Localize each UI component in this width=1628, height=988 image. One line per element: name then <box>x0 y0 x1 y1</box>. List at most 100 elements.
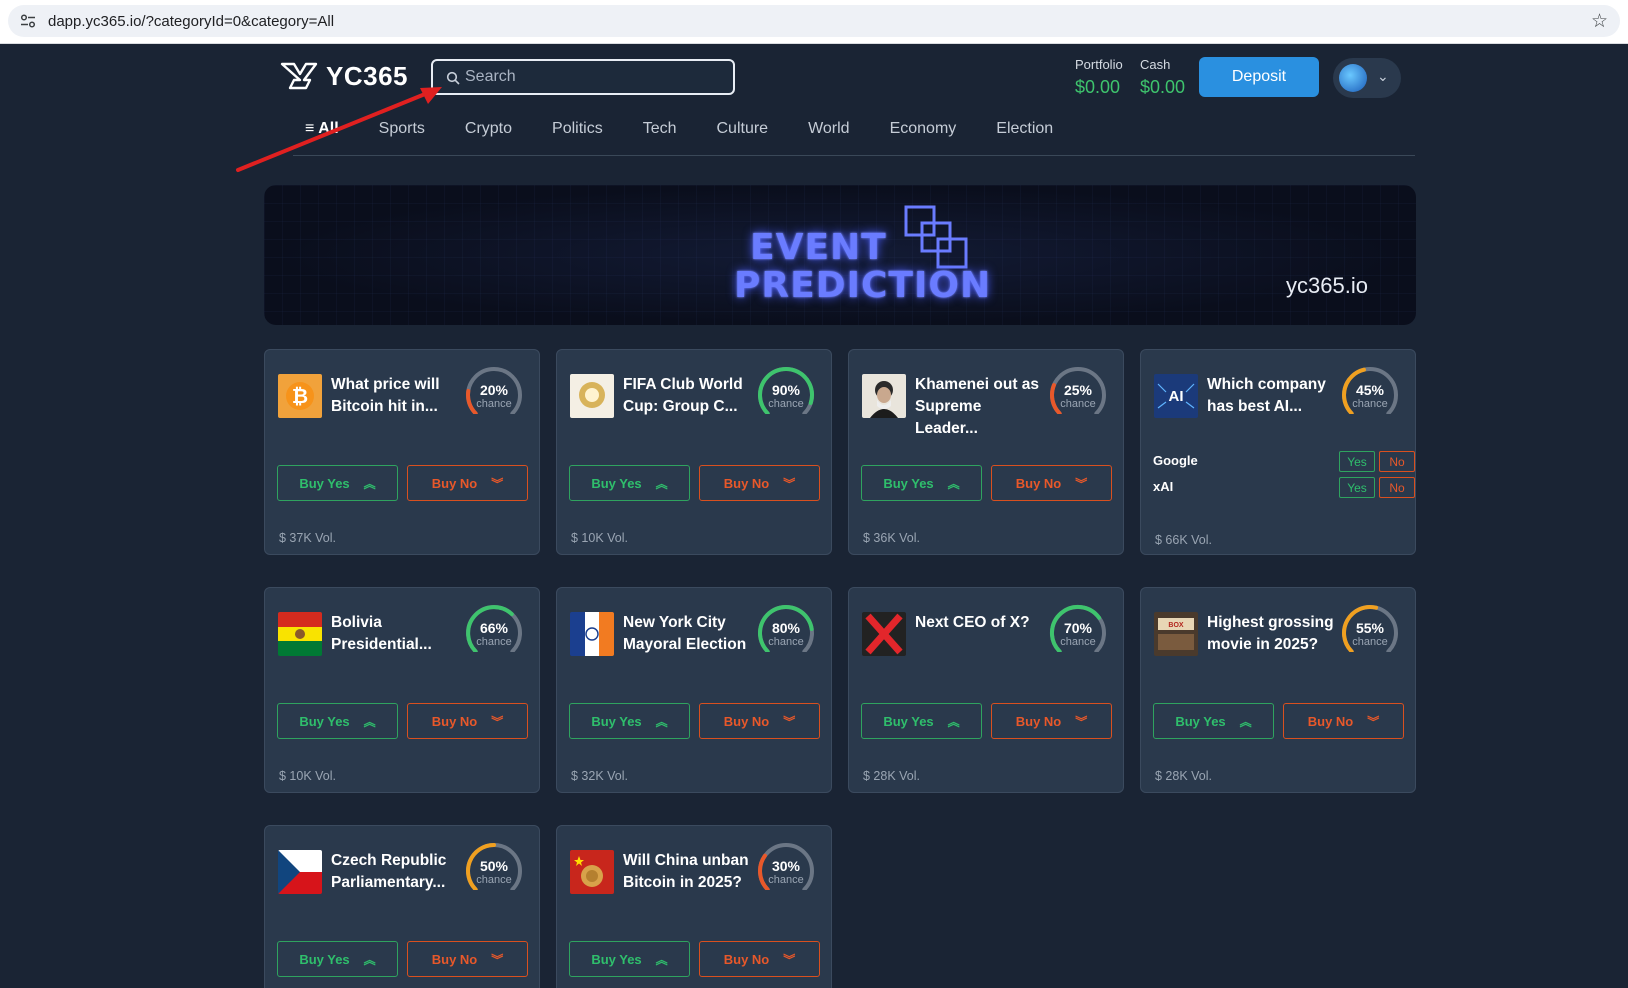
market-thumbnail[interactable] <box>278 612 322 656</box>
outcome-row: Google Yes No <box>1153 451 1415 472</box>
buy-yes-button[interactable]: Buy Yes ︽ <box>277 703 398 739</box>
double-chevron-down-icon: ︾ <box>1075 476 1088 491</box>
buy-no-label: Buy No <box>431 713 478 729</box>
buy-yes-button[interactable]: Buy Yes ︽ <box>861 465 982 501</box>
outcome-name: Google <box>1153 453 1198 468</box>
market-card[interactable]: BOX Highest grossing movie in 2025? 55% … <box>1140 587 1416 793</box>
market-title[interactable]: New York City Mayoral Election <box>623 612 753 656</box>
chevron-down-icon: ⌄ <box>1377 68 1389 84</box>
browser-toolbar: dapp.yc365.io/?categoryId=0&category=All… <box>0 0 1628 44</box>
buy-yes-button[interactable]: Buy Yes ︽ <box>277 941 398 977</box>
tab-politics[interactable]: Politics <box>552 120 603 138</box>
site-settings-icon[interactable] <box>20 14 36 28</box>
market-thumbnail[interactable]: BOX <box>1154 612 1198 656</box>
market-card[interactable]: AI Which company has best AI... 45% chan… <box>1140 349 1416 555</box>
market-title[interactable]: FIFA Club World Cup: Group C... <box>623 374 753 418</box>
buy-yes-button[interactable]: Buy Yes ︽ <box>569 465 690 501</box>
buy-no-button[interactable]: Buy No ︾ <box>699 465 820 501</box>
volume-label: $ 37K Vol. <box>279 531 336 545</box>
search-input[interactable] <box>463 61 728 93</box>
chance-gauge: 80% chance <box>753 602 819 654</box>
market-title[interactable]: Highest grossing movie in 2025? <box>1207 612 1337 656</box>
buy-no-button[interactable]: Buy No ︾ <box>407 465 528 501</box>
chance-percent: 90% <box>771 382 801 398</box>
chance-label: chance <box>768 398 804 410</box>
tab-election[interactable]: Election <box>996 120 1053 138</box>
market-thumbnail[interactable]: ₿ <box>278 374 322 418</box>
chance-gauge: 55% chance <box>1337 602 1403 654</box>
buy-yes-button[interactable]: Buy Yes ︽ <box>277 465 398 501</box>
buy-yes-button[interactable]: Buy Yes ︽ <box>569 941 690 977</box>
buy-no-button[interactable]: Buy No ︾ <box>991 703 1112 739</box>
market-card[interactable]: Will China unban Bitcoin in 2025? 30% ch… <box>556 825 832 988</box>
market-card[interactable]: New York City Mayoral Election 80% chanc… <box>556 587 832 793</box>
market-thumbnail[interactable] <box>278 850 322 894</box>
market-title[interactable]: Next CEO of X? <box>915 612 1045 634</box>
search-box[interactable] <box>431 59 735 95</box>
market-thumbnail[interactable] <box>570 612 614 656</box>
market-thumbnail[interactable] <box>862 612 906 656</box>
chance-percent: 45% <box>1355 382 1385 398</box>
buy-no-button[interactable]: Buy No ︾ <box>699 703 820 739</box>
buy-no-button[interactable]: Buy No ︾ <box>407 941 528 977</box>
chance-percent: 66% <box>479 620 509 636</box>
banner-site-name: yc365.io <box>1286 273 1368 298</box>
chance-percent: 20% <box>479 382 509 398</box>
portfolio-summary[interactable]: Portfolio $0.00 <box>1075 57 1123 98</box>
outcome-no-button[interactable]: No <box>1379 451 1415 472</box>
svg-text:BOX: BOX <box>1168 622 1184 629</box>
market-title[interactable]: Bolivia Presidential... <box>331 612 461 656</box>
buy-yes-button[interactable]: Buy Yes ︽ <box>569 703 690 739</box>
market-thumbnail[interactable] <box>570 850 614 894</box>
market-title[interactable]: Which company has best AI... <box>1207 374 1337 418</box>
cash-label: Cash <box>1140 57 1171 72</box>
tab-crypto[interactable]: Crypto <box>465 120 512 138</box>
market-thumbnail[interactable] <box>862 374 906 418</box>
chance-gauge: 90% chance <box>753 364 819 416</box>
market-card[interactable]: ₿ What price will Bitcoin hit in... 20% … <box>264 349 540 555</box>
chance-label: chance <box>768 636 804 648</box>
market-thumbnail[interactable]: AI <box>1154 374 1198 418</box>
buy-no-button[interactable]: Buy No ︾ <box>1283 703 1404 739</box>
market-title[interactable]: What price will Bitcoin hit in... <box>331 374 461 418</box>
double-chevron-down-icon: ︾ <box>1367 714 1380 729</box>
market-card[interactable]: Bolivia Presidential... 66% chance Buy Y… <box>264 587 540 793</box>
tab-culture[interactable]: Culture <box>717 120 769 138</box>
buy-no-button[interactable]: Buy No ︾ <box>699 941 820 977</box>
banner-headline-2: PREDICTION <box>734 265 992 306</box>
buy-yes-label: Buy Yes <box>883 713 934 729</box>
outcome-row: xAI Yes No <box>1153 477 1415 498</box>
tab-economy[interactable]: Economy <box>890 120 957 138</box>
market-title[interactable]: Khamenei out as Supreme Leader... <box>915 374 1045 440</box>
buy-yes-label: Buy Yes <box>299 951 350 967</box>
tab-world[interactable]: World <box>808 120 850 138</box>
tab-tech[interactable]: Tech <box>643 120 677 138</box>
market-title[interactable]: Czech Republic Parliamentary... <box>331 850 461 894</box>
outcome-no-button[interactable]: No <box>1379 477 1415 498</box>
address-bar[interactable]: dapp.yc365.io/?categoryId=0&category=All… <box>8 5 1620 37</box>
buy-no-button[interactable]: Buy No ︾ <box>407 703 528 739</box>
market-card[interactable]: Next CEO of X? 70% chance Buy Yes ︽ Buy N… <box>848 587 1124 793</box>
cash-summary[interactable]: Cash $0.00 <box>1140 57 1185 98</box>
double-chevron-up-icon: ︽ <box>363 476 376 491</box>
deposit-button[interactable]: Deposit <box>1199 57 1319 97</box>
market-thumbnail[interactable] <box>570 374 614 418</box>
bookmark-star-icon[interactable]: ☆ <box>1591 10 1608 33</box>
market-title[interactable]: Will China unban Bitcoin in 2025? <box>623 850 753 894</box>
outcome-yes-button[interactable]: Yes <box>1339 451 1375 472</box>
market-card[interactable]: Khamenei out as Supreme Leader... 25% ch… <box>848 349 1124 555</box>
buy-no-label: Buy No <box>1015 475 1062 491</box>
market-card[interactable]: FIFA Club World Cup: Group C... 90% chan… <box>556 349 832 555</box>
market-card[interactable]: Czech Republic Parliamentary... 50% chan… <box>264 825 540 988</box>
buy-no-button[interactable]: Buy No ︾ <box>991 465 1112 501</box>
hero-banner[interactable]: EVENT PREDICTION yc365.io <box>264 185 1416 325</box>
annotation-arrow <box>236 87 442 172</box>
buy-yes-button[interactable]: Buy Yes ︽ <box>861 703 982 739</box>
url-text[interactable]: dapp.yc365.io/?categoryId=0&category=All <box>48 13 334 30</box>
chance-percent: 55% <box>1355 620 1385 636</box>
outcome-yes-button[interactable]: Yes <box>1339 477 1375 498</box>
chance-gauge: 20% chance <box>461 364 527 416</box>
double-chevron-up-icon: ︽ <box>655 476 668 491</box>
account-menu[interactable]: ⌄ <box>1333 58 1401 98</box>
buy-yes-button[interactable]: Buy Yes ︽ <box>1153 703 1274 739</box>
